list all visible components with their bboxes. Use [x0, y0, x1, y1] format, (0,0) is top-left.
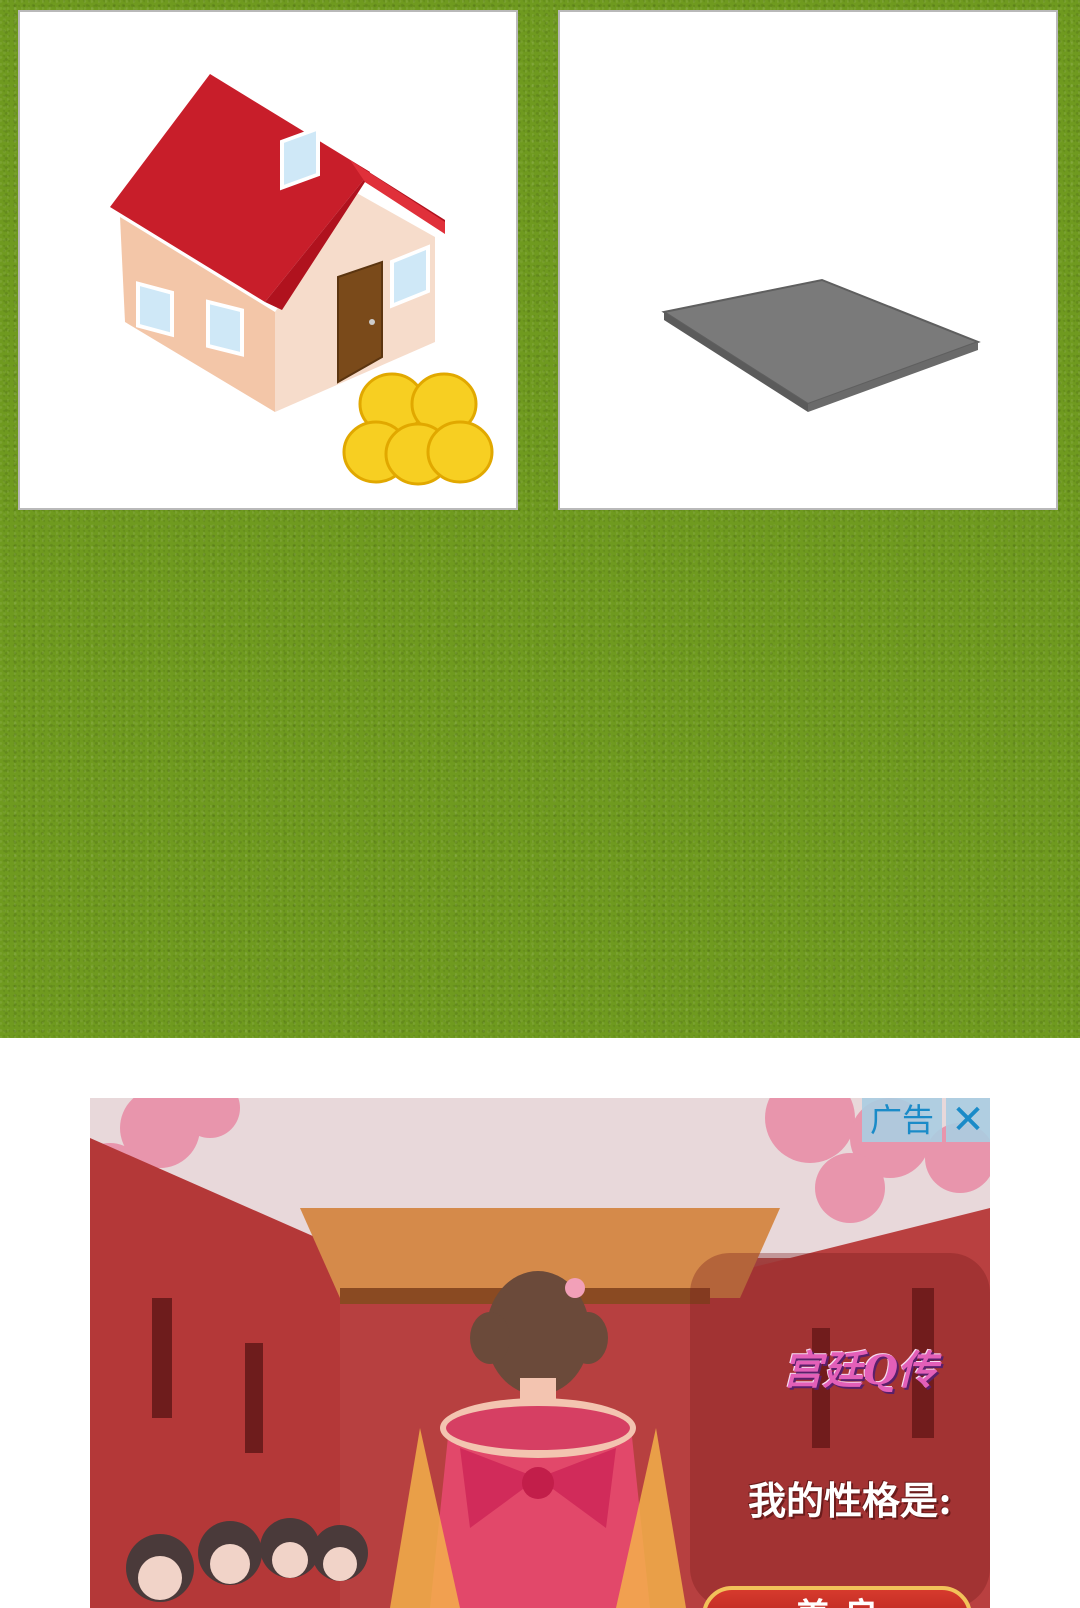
ad-option-button[interactable]: 善 良: [702, 1586, 972, 1608]
empty-plot-tile[interactable]: [558, 10, 1058, 510]
empty-plot-icon: [661, 278, 981, 412]
grass-game-board: [0, 0, 1080, 1038]
house-with-coins-icon: [110, 74, 494, 486]
ad-game-logo: 宫廷Q传: [782, 1347, 938, 1394]
ad-question-text: 我的性格是:: [747, 1478, 953, 1523]
close-icon[interactable]: ✕: [946, 1098, 990, 1142]
ad-banner[interactable]: 广告 ✕ 宫廷Q传 我的性格是: 善 良: [90, 1098, 990, 1608]
ad-badge: 广告: [861, 1098, 942, 1142]
house-tile[interactable]: [18, 10, 518, 510]
